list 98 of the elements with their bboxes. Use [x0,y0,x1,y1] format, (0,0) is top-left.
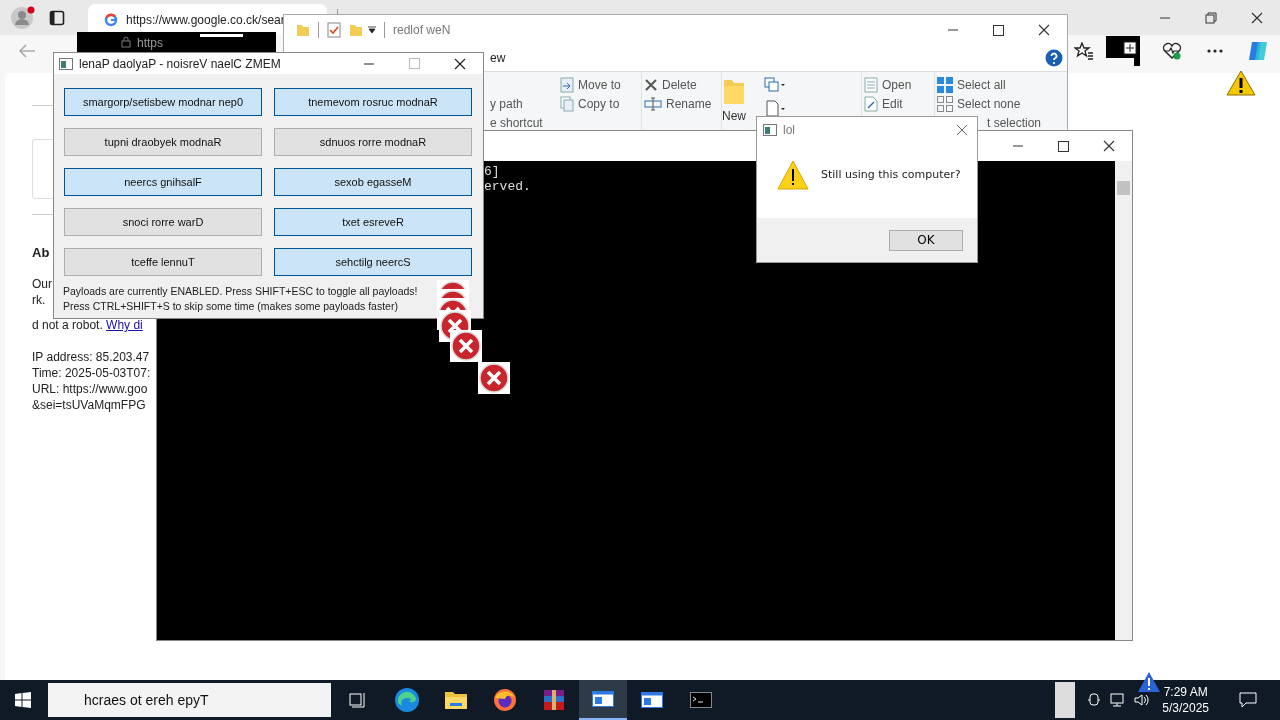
status-text: Payloads are currently ENABLED. Press SHIFT+ESC to toggle all payloads! [63,284,418,299]
payload-toggle[interactable]: tceffe lennuT [64,248,262,276]
collections-icon[interactable] [1106,36,1140,66]
console-text: 6] [484,164,500,179]
ribbon-button[interactable]: y path [490,96,523,111]
new-item-icon[interactable] [764,99,786,117]
ribbon-button[interactable]: Copy to [560,96,620,111]
payload-toggle[interactable]: snoci rorre warD [64,208,262,236]
maximize-icon[interactable] [993,24,1004,36]
close-icon[interactable] [1251,11,1263,24]
ribbon-button[interactable]: Delete [644,77,697,92]
page-text: URL: https://www.goo [32,381,148,397]
rename-icon [644,96,662,111]
close-icon[interactable] [1103,140,1115,152]
restore-icon[interactable] [1205,11,1217,24]
ribbon-button[interactable]: t selection [987,115,1042,130]
task-view-icon [349,692,367,708]
page-text: &sei=tsUVaMqmFPG [32,397,146,413]
meet-icon[interactable] [1087,692,1102,708]
payload-toggle[interactable]: tnemevom rosruc modnaR [274,88,472,116]
ribbon-button[interactable]: Select all [937,77,1006,92]
ribbon-tab[interactable]: ew [490,51,506,65]
payload-toggle[interactable]: sehctilg neercS [274,248,472,276]
lock-icon [121,36,131,48]
page-text: rk. [32,292,46,308]
payload-toggle[interactable]: txet esreveR [274,208,472,236]
profile-icon[interactable] [10,4,36,31]
copy-path-icon[interactable] [764,77,786,93]
taskbar-app[interactable] [579,680,627,720]
folder-icon [444,690,468,710]
health-icon[interactable] [1162,42,1182,60]
warning-icon [1226,70,1256,96]
favorites-icon[interactable] [1074,42,1094,60]
volume-icon[interactable] [1134,692,1151,708]
copy-icon [560,95,574,112]
error-icon [450,330,482,362]
taskbar-tile[interactable] [1055,682,1076,718]
close-icon[interactable] [1038,24,1050,36]
window-icon [592,691,614,707]
select-all-icon [937,76,953,93]
page-text: IP address: 85.203.47 [32,349,150,365]
app-icon [763,124,777,136]
move-icon [560,76,574,93]
address-text[interactable]: https [137,36,163,50]
ribbon-button[interactable]: Edit [864,96,903,111]
ribbon-button[interactable]: Rename [644,96,712,111]
payload-toggle[interactable]: neercs gnihsalF [64,168,262,196]
console-text: erved. [484,179,531,194]
dialog-message: Still using this computer? [821,168,961,181]
select-none-icon [937,95,953,112]
ribbon-button[interactable]: Move to [560,77,621,92]
ribbon-button[interactable]: New [722,77,746,123]
start-icon[interactable] [15,692,31,708]
window-title: lenaP daolyaP - noisreV naelC ZMEM [79,56,281,71]
payload-toggle[interactable]: smargorp/setisbew modnar nep0 [64,88,262,116]
firefox-icon [493,688,517,712]
status-text: Press CTRL+SHIFT+S to skip some time (makes some payloads faster) [63,299,398,314]
help-link[interactable]: Why di [106,318,143,332]
folder-icon [723,77,745,105]
window-icon [641,692,663,708]
network-icon[interactable] [1110,692,1127,708]
terminal-icon [690,692,712,708]
open-icon [864,76,878,93]
error-icon [478,362,510,394]
ribbon-button[interactable]: Open [864,77,912,92]
window-title: redlof weN [393,23,451,37]
clock-time[interactable]: 7:29 AM [1163,684,1208,700]
app-icon [59,57,73,70]
ok-button[interactable]: OK [889,229,963,251]
search-field[interactable]: hcraes ot ereh epyT [48,683,331,717]
payload-toggle[interactable]: tupni draobyek modnaR [64,128,262,156]
page-text: d not a robot. [32,318,104,332]
scrollbar[interactable] [1115,161,1132,640]
delete-icon [644,77,658,92]
help-icon[interactable] [1045,49,1063,67]
maximize-icon[interactable] [1058,140,1069,152]
dialog-title: lol [783,123,795,137]
clock-date[interactable]: 5/3/2025 [1162,700,1209,716]
warning-icon [777,159,809,190]
archive-icon [542,688,566,712]
dropdown-icon[interactable] [368,26,376,34]
google-icon [104,12,118,27]
ribbon-button[interactable]: e shortcut [490,115,543,130]
notification-icon[interactable] [1239,692,1257,708]
edge-icon [394,687,420,713]
page-text: Time: 2025-05-03T07: [32,365,151,381]
close-icon[interactable] [454,57,466,70]
page-heading: Ab [32,245,50,260]
more-icon[interactable] [1207,49,1223,53]
page-text: Our [32,276,52,292]
maximize-icon [409,58,420,69]
copilot-icon[interactable] [1246,39,1270,63]
payload-toggle[interactable]: sdnuos rorre modnaR [274,128,472,156]
tab-actions-icon[interactable] [49,9,65,26]
ribbon-button[interactable]: Select none [937,96,1021,111]
payload-toggle[interactable]: sexob egasseM [274,168,472,196]
properties-icon[interactable] [327,22,341,38]
edit-icon [864,95,878,112]
